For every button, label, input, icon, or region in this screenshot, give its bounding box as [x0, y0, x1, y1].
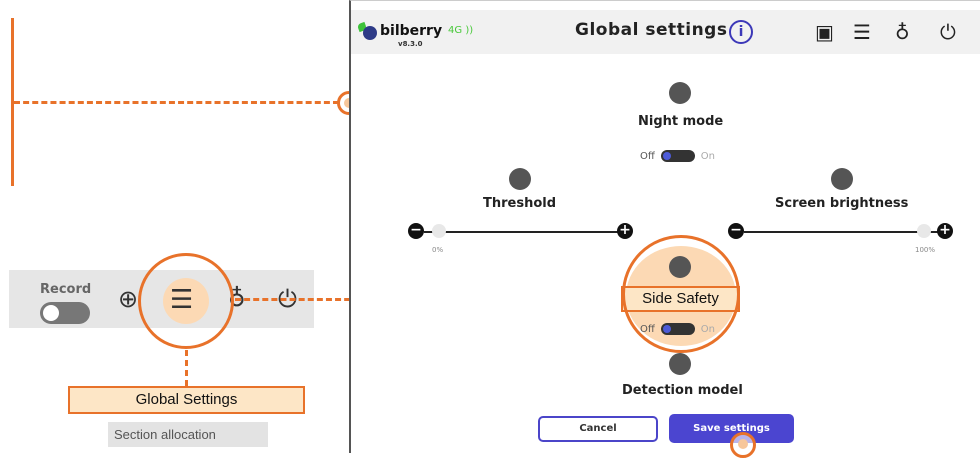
logo: bilberry: [380, 23, 443, 39]
record-toggle[interactable]: [40, 302, 90, 324]
detection-model-icon: [669, 353, 691, 375]
screen-brightness-icon: [831, 168, 853, 190]
version-label: v8.3.0: [398, 40, 423, 48]
threshold-increase-button[interactable]: +: [617, 223, 633, 239]
camera-icon[interactable]: ▣: [815, 20, 834, 44]
brightness-decrease-button[interactable]: −: [728, 223, 744, 239]
signal-icon: )): [465, 25, 474, 36]
screen-brightness-title: Screen brightness: [775, 196, 909, 211]
user-icon[interactable]: ♁: [895, 20, 910, 44]
brightness-slider[interactable]: [744, 231, 938, 233]
highlight-ring: [138, 253, 234, 349]
record-label: Record: [40, 282, 92, 297]
annotation-dash: [185, 350, 188, 386]
detection-model-title: Detection model: [622, 383, 743, 398]
page-title: Global settings: [575, 20, 728, 40]
night-mode-on-label: On: [700, 150, 715, 162]
night-mode-icon: [669, 82, 691, 104]
threshold-slider[interactable]: [424, 231, 618, 233]
info-icon[interactable]: i: [729, 20, 753, 44]
threshold-slider-knob[interactable]: [432, 224, 446, 238]
threshold-min-label: 0%: [432, 246, 444, 254]
brightness-increase-button[interactable]: +: [937, 223, 953, 239]
network-indicator: 4G )): [448, 25, 473, 36]
night-mode-toggle[interactable]: [660, 150, 695, 162]
side-safety-highlight-ring: [622, 235, 740, 353]
threshold-title: Threshold: [483, 196, 557, 211]
section-allocation-label: Section allocation: [108, 422, 268, 447]
global-settings-callout: Global Settings: [68, 386, 305, 414]
logo-berry-icon: [363, 26, 377, 40]
sliders-icon[interactable]: ☰: [853, 20, 871, 44]
night-mode-off-label: Off: [640, 150, 655, 162]
network-label: 4G: [448, 25, 463, 36]
annotation-dot: [730, 432, 756, 458]
threshold-icon: [509, 168, 531, 190]
brightness-slider-knob[interactable]: [917, 224, 931, 238]
annotation-dash: [14, 101, 339, 104]
cancel-button[interactable]: Cancel: [538, 416, 658, 442]
brightness-max-label: 100%: [915, 246, 936, 254]
power-icon[interactable]: ⏻: [940, 20, 956, 44]
threshold-decrease-button[interactable]: −: [408, 223, 424, 239]
help-lifebuoy-icon[interactable]: ⊕: [118, 287, 138, 311]
night-mode-switch[interactable]: Off On: [640, 150, 715, 162]
night-mode-title: Night mode: [638, 114, 724, 129]
